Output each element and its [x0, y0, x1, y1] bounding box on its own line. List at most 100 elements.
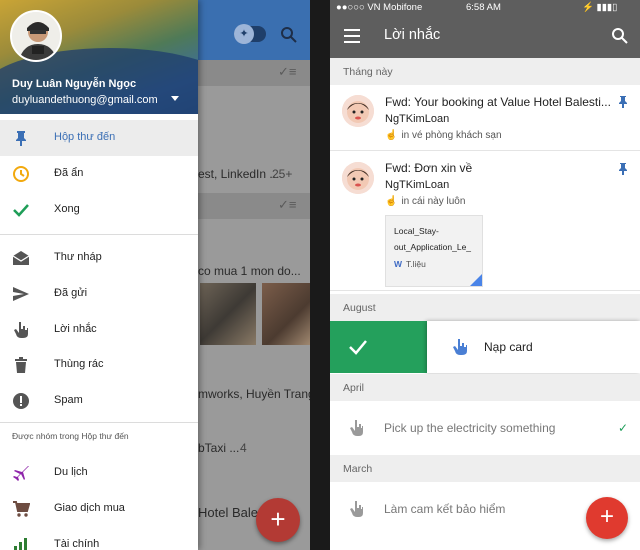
pin-icon[interactable] [618, 163, 628, 175]
nav-item-label: Tài chính [54, 538, 100, 550]
account-header[interactable]: Duy Luân Nguyễn Ngọc duyluandethuong@gma… [0, 0, 198, 114]
nav-item-label: Spam [54, 394, 83, 406]
background-status-icons [210, 0, 310, 18]
plane-icon [13, 466, 29, 481]
drawer-divider [0, 422, 198, 423]
word-doc-icon: W [394, 259, 403, 269]
battery-icon: ⚡ ▮▮▮▯ [582, 2, 618, 13]
attachment-name: Local_Stay- [394, 226, 439, 236]
compose-fab-button[interactable]: + [256, 498, 300, 542]
nav-item-label: Lời nhắc [54, 323, 97, 335]
pin-toggle-knob-icon: ✦ [234, 24, 254, 44]
reminder-hand-icon [350, 420, 363, 436]
cart-icon [13, 501, 30, 517]
email-card[interactable]: Fwd: Your booking at Value Hotel Balesti… [330, 85, 640, 151]
nav-item-label: Hộp thư đến [54, 131, 116, 143]
attachment-name: out_Application_Le_ [394, 242, 472, 252]
add-reminder-fab-button[interactable]: + [586, 497, 628, 539]
account-avatar[interactable] [10, 10, 62, 62]
screenshot-root: ✦ ✓≡ est, LinkedIn ... 25+ ✓≡ co mua 1 m… [0, 0, 640, 550]
email-sender: NgTKimLoan [385, 179, 450, 191]
nav-item-label: Thư nháp [54, 251, 102, 263]
email-subject: Fwd: Đơn xin về [385, 161, 473, 175]
done-check-icon: ✓ [618, 421, 629, 435]
pin-icon[interactable] [618, 96, 628, 108]
reminder-row[interactable]: Pick up the electricity something ✓ [330, 401, 640, 455]
attachment-corner [470, 274, 482, 286]
account-name: Duy Luân Nguyễn Ngọc [12, 78, 137, 90]
nav-item-purchases[interactable]: Giao dịch mua [0, 491, 198, 527]
check-icon [13, 204, 29, 217]
background-row[interactable]: co mua 1 mon do... [198, 264, 310, 278]
reminder-label: Làm cam kết bảo hiểm [384, 502, 506, 516]
nav-item-inbox[interactable]: Hộp thư đến [0, 120, 198, 156]
status-bar: ●●○○○ VN Mobifone 6:58 AM ⚡ ▮▮▮▯ [330, 0, 640, 16]
navigation-drawer: Duy Luân Nguyễn Ngọc duyluandethuong@gma… [0, 0, 198, 550]
bundles-group-title: Được nhóm trong Hộp thư đến [12, 431, 129, 441]
reminder-label: Nạp card [484, 340, 533, 354]
swipe-done-background [330, 321, 430, 373]
nav-item-label: Đã gửi [54, 287, 88, 299]
status-time: 6:58 AM [466, 2, 501, 13]
email-card[interactable]: Fwd: Đơn xin về NgTKimLoan ☝ in cái này l… [330, 152, 640, 291]
account-email: duyluandethuong@gmail.com [12, 94, 158, 106]
nav-item-label: Đã ẩn [54, 167, 84, 179]
pin-icon [16, 131, 26, 146]
nav-item-label: Du lịch [54, 466, 88, 478]
email-subject: Fwd: Your booking at Value Hotel Balesti… [385, 95, 611, 109]
reminder-hand-icon [350, 501, 363, 517]
email-reminder-note: ☝ in vé phòng khách sạn [385, 130, 502, 141]
background-row[interactable]: mworks, Huyền Trang [198, 387, 310, 401]
left-phone: ✦ ✓≡ est, LinkedIn ... 25+ ✓≡ co mua 1 m… [0, 0, 310, 550]
send-icon [13, 287, 29, 301]
email-sender: NgTKimLoan [385, 113, 450, 125]
nav-item-spam[interactable]: Spam [0, 383, 198, 419]
drafts-icon [12, 251, 30, 265]
attachment-type: W T.liệu [394, 259, 426, 269]
trash-icon [15, 357, 27, 373]
sender-avatar [342, 95, 374, 127]
done-check-icon [349, 340, 367, 355]
spam-icon [13, 393, 29, 409]
account-switch-caret-icon[interactable] [171, 96, 179, 101]
email-reminder-note: ☝ in cái này luôn [385, 196, 466, 207]
nav-item-sent[interactable]: Đã gửi [0, 276, 198, 312]
nav-item-label: Xong [54, 203, 80, 215]
drawer-divider [0, 234, 198, 235]
right-phone: ●●○○○ VN Mobifone 6:58 AM ⚡ ▮▮▮▯ Lời nhắ… [330, 0, 640, 550]
section-header-august: August [330, 294, 640, 321]
reminder-hand-icon [453, 339, 467, 355]
reminder-hand-icon: ☝ [385, 196, 398, 207]
background-search-icon[interactable] [280, 26, 298, 44]
nav-item-done[interactable]: Xong [0, 192, 198, 228]
nav-item-trash[interactable]: Thùng rác [0, 347, 198, 383]
background-row[interactable]: est, LinkedIn ... 25+ [198, 167, 310, 181]
reminder-hand-icon: ☝ [385, 130, 398, 141]
background-sweep-icon[interactable]: ✓≡ [278, 197, 296, 213]
sender-avatar [342, 162, 374, 194]
nav-item-label: Giao dịch mua [54, 502, 125, 514]
background-sweep-icon[interactable]: ✓≡ [278, 64, 296, 80]
nav-item-drafts[interactable]: Thư nháp [0, 240, 198, 276]
search-icon[interactable] [611, 27, 629, 45]
background-photo-thumbnails [200, 283, 310, 345]
section-header-march: March [330, 455, 640, 482]
clock-icon [13, 166, 29, 182]
section-header-april: April [330, 374, 640, 401]
app-bar [330, 16, 640, 58]
section-header-this-month: Tháng này [330, 58, 640, 85]
reminder-label: Pick up the electricity something [384, 421, 556, 435]
nav-item-travel[interactable]: Du lịch [0, 455, 198, 491]
hamburger-menu-icon[interactable] [344, 29, 360, 43]
nav-item-snoozed[interactable]: Đã ẩn [0, 156, 198, 192]
finance-icon [14, 538, 27, 550]
reminder-hand-icon [14, 322, 28, 338]
nav-item-finance[interactable]: Tài chính [0, 527, 198, 550]
reminder-card-swiping[interactable]: Nạp card [427, 321, 640, 373]
attachment-chip[interactable]: Local_Stay- out_Application_Le_ W T.liệu [385, 215, 483, 287]
nav-item-label: Thùng rác [54, 358, 104, 370]
nav-item-reminders[interactable]: Lời nhắc [0, 312, 198, 348]
page-title: Lời nhắc [384, 27, 441, 43]
background-row[interactable]: bTaxi ... 4 [198, 441, 310, 455]
carrier-label: ●●○○○ VN Mobifone [336, 2, 423, 13]
